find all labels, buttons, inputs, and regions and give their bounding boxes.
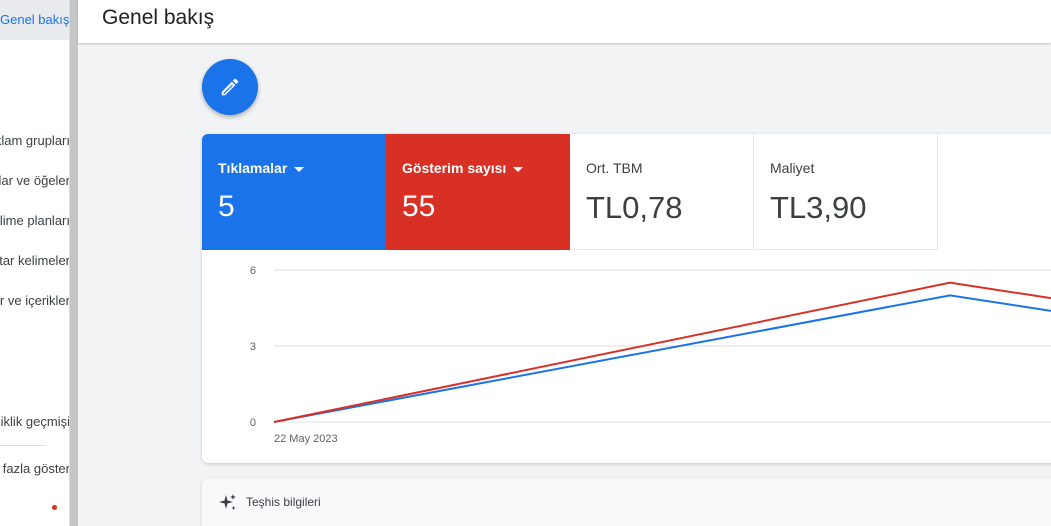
dropdown-caret-icon[interactable] <box>513 166 524 172</box>
y-tick-label: 3 <box>250 341 256 353</box>
page-title: Genel bakış <box>102 6 215 29</box>
metric-label-cost: Maliyet <box>770 160 815 176</box>
notification-dot <box>52 505 57 510</box>
diagnostics-card[interactable]: Teşhis bilgileri <box>202 478 1051 526</box>
series-line-clicks <box>273 294 1051 423</box>
metric-value-impressions: 55 <box>402 190 436 223</box>
edit-button[interactable] <box>202 59 258 115</box>
performance-card: Tıklamalar 5 Gösterim sayısı 55 Ort. TBM… <box>202 134 1051 463</box>
metric-label-clicks: Tıklamalar <box>218 160 288 176</box>
metric-tile-cost[interactable]: Maliyet TL3,90 <box>754 134 938 250</box>
metric-tile-impressions[interactable]: Gösterim sayısı 55 <box>386 134 570 250</box>
sidebar-item-audiences[interactable]: Kitleler, anahtar kelimeler ve içerikler <box>0 293 69 313</box>
dropdown-caret-icon[interactable] <box>294 166 305 172</box>
metric-value-cost: TL3,90 <box>770 190 867 225</box>
metric-label-avg-cpc: Ort. TBM <box>586 160 643 176</box>
sparkle-icon <box>219 494 236 510</box>
sidebar-item-keywords[interactable]: Anahtar kelimeler <box>0 253 69 273</box>
sidebar-item-ad-groups[interactable]: Reklam grupları <box>0 133 69 153</box>
sidebar-item-ads-assets[interactable]: Reklamlar ve öğeler <box>0 173 69 193</box>
metric-value-avg-cpc: TL0,78 <box>586 190 683 225</box>
performance-line-chart: 6 3 0 22 May 2023 <box>250 265 1051 445</box>
page-header: Genel bakış <box>78 0 1051 43</box>
sidebar-item-show-more[interactable]: Daha fazla göster <box>0 461 69 481</box>
metric-label-impressions: Gösterim sayısı <box>402 160 507 176</box>
sidebar-divider <box>0 445 46 446</box>
y-tick-label: 6 <box>250 265 256 277</box>
x-tick-label: 22 May 2023 <box>274 433 338 445</box>
metric-tile-avg-cpc[interactable]: Ort. TBM TL0,78 <box>570 134 754 250</box>
y-tick-label: 0 <box>250 417 256 429</box>
pencil-icon <box>221 78 239 96</box>
metric-tile-clicks[interactable]: Tıklamalar 5 <box>202 134 386 250</box>
sidebar-item-change-history[interactable]: Değişiklik geçmişi <box>0 414 69 434</box>
sidebar-scrollbar[interactable] <box>70 0 78 526</box>
sidebar-item-keyword-plans[interactable]: Anahtar kelime planları <box>0 213 69 233</box>
sidebar-item-overview[interactable]: Genel bakış <box>0 0 69 40</box>
sidebar: Genel bakış Reklam grupları Reklamlar ve… <box>0 0 70 526</box>
metric-value-clicks: 5 <box>218 190 235 223</box>
diagnostics-label: Teşhis bilgileri <box>246 495 321 509</box>
